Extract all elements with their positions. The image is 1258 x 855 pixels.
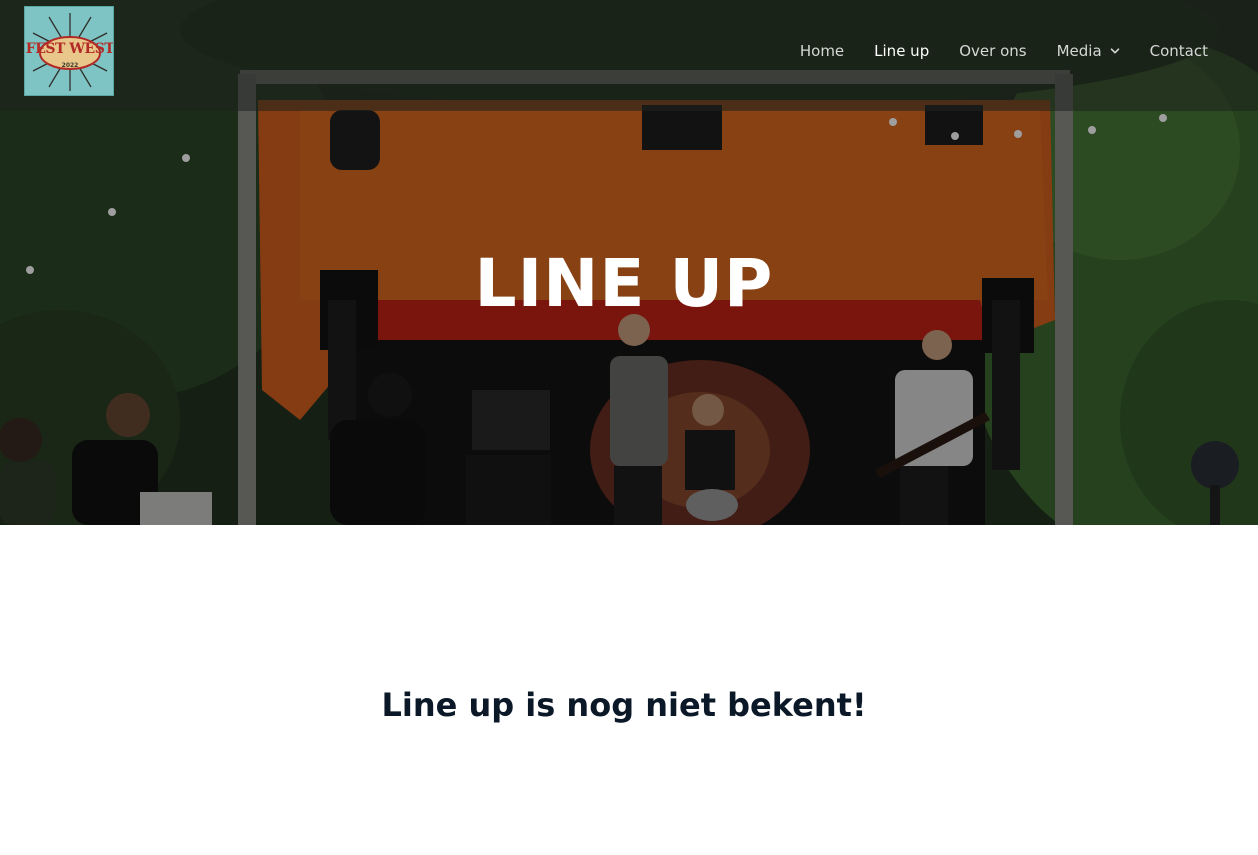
site-header: FEST WEST 2022 Home Line up Over ons Med…: [0, 0, 1258, 111]
nav-item-label: Contact: [1149, 42, 1208, 60]
nav-item-media[interactable]: Media: [1057, 42, 1120, 60]
main-navigation: Home Line up Over ons Media Contact: [770, 38, 1208, 64]
nav-item-over-ons[interactable]: Over ons: [959, 42, 1026, 60]
logo-year: 2022: [61, 62, 79, 69]
main-content: Line up is nog niet bekent!: [0, 525, 1258, 855]
chevron-down-icon[interactable]: [1110, 46, 1120, 56]
nav-item-contact[interactable]: Contact: [1150, 42, 1208, 60]
nav-item-label: Home: [799, 42, 845, 60]
content-heading: Line up is nog niet bekent!: [381, 686, 867, 724]
site-logo[interactable]: FEST WEST 2022: [24, 6, 114, 96]
nav-item-label: Over ons: [959, 42, 1027, 60]
page-title: LINE UP: [474, 245, 774, 322]
logo-text: FEST WEST: [25, 41, 114, 57]
nav-item-line-up[interactable]: Line up: [874, 42, 929, 60]
nav-item-label: Media: [1056, 42, 1102, 60]
nav-item-label: Line up: [874, 42, 930, 60]
nav-item-home[interactable]: Home: [800, 42, 844, 60]
